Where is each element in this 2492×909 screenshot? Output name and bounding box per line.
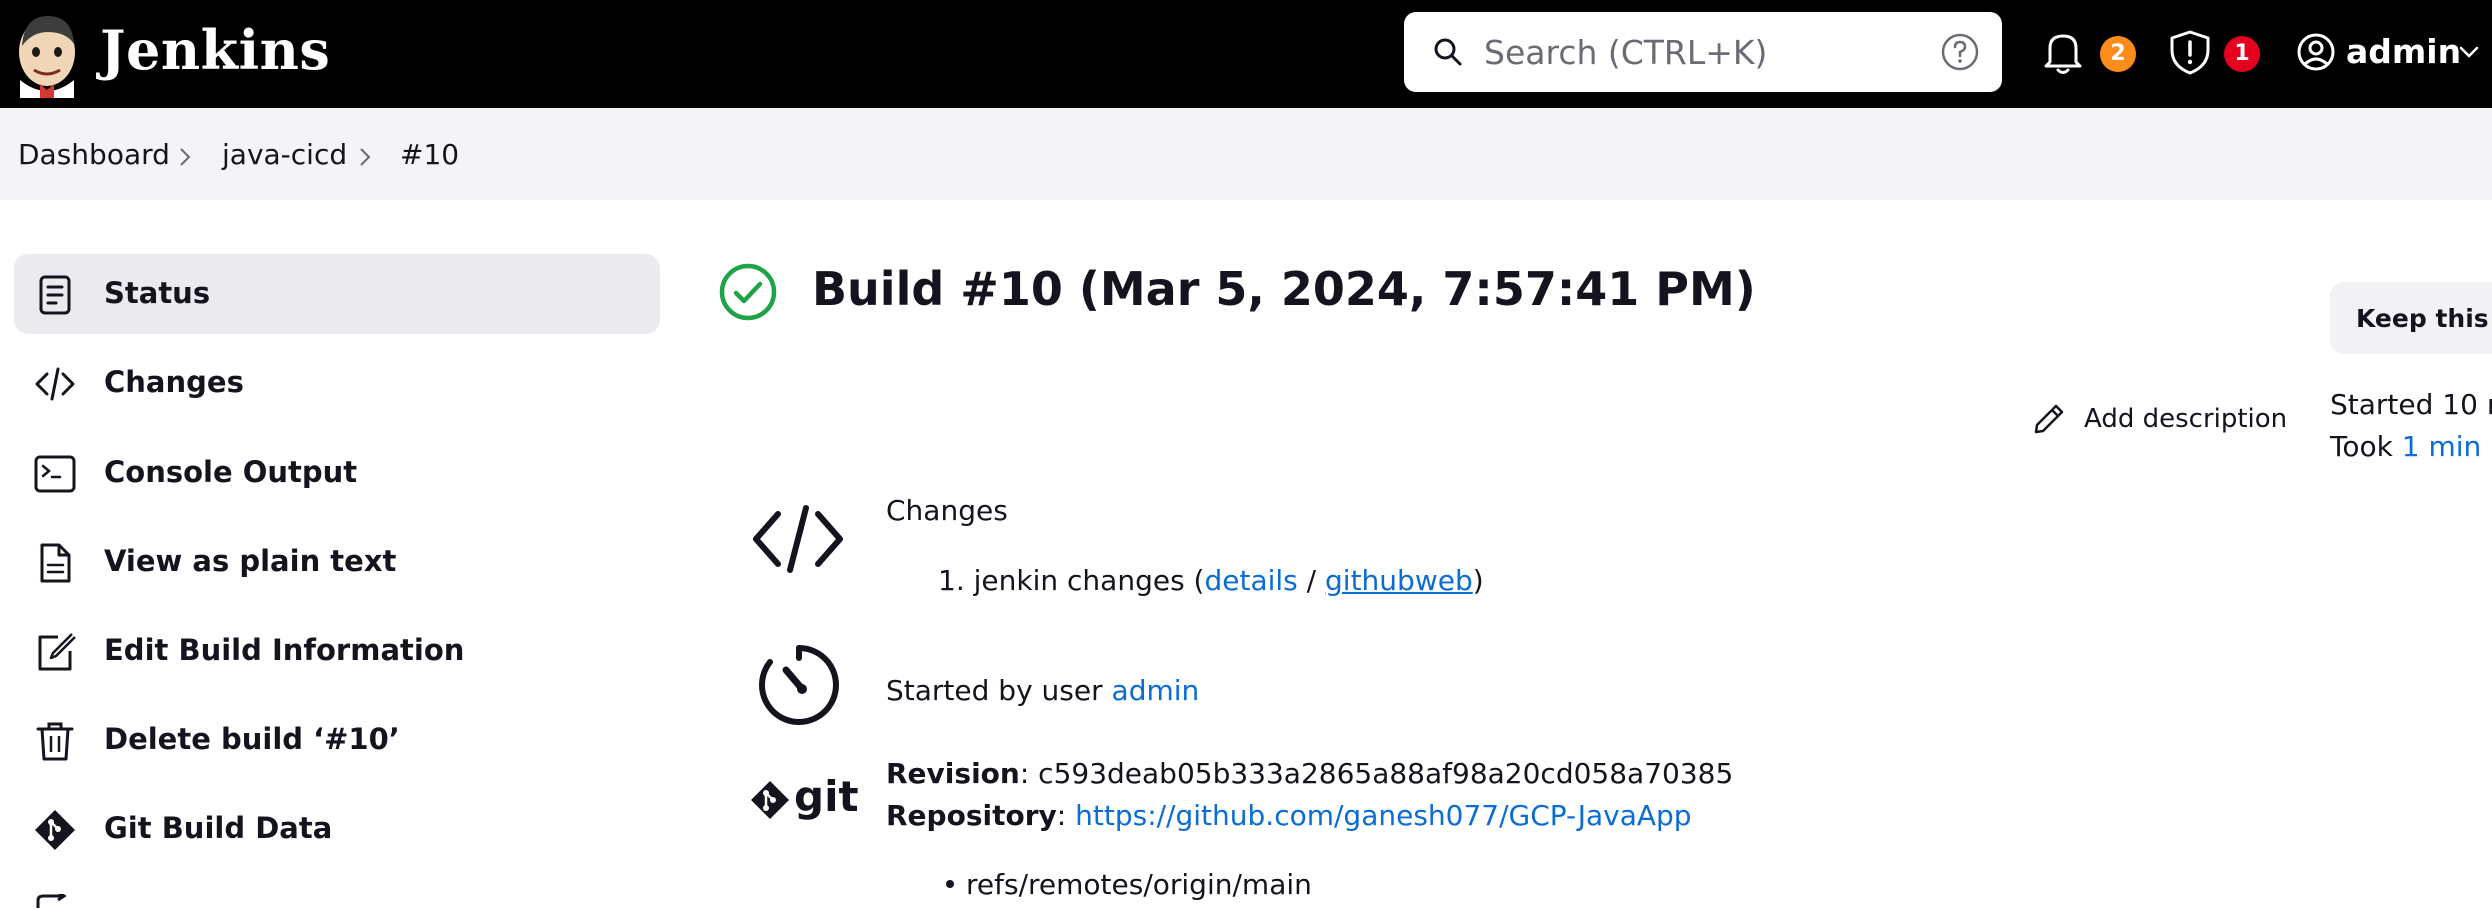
breadcrumb-java-cicd[interactable]: java-cicd (222, 138, 347, 171)
keep-build-label: Keep this b (2356, 304, 2492, 333)
breadcrumb-build-10[interactable]: #10 (400, 138, 459, 171)
edit-icon (38, 633, 76, 671)
pencil-icon (2034, 404, 2064, 434)
started-by-text: Started by user admin (886, 674, 1199, 707)
help-icon[interactable] (1940, 32, 1980, 72)
changes-separator: / (1297, 564, 1326, 597)
user-icon (2297, 33, 2335, 71)
shield-icon (2170, 30, 2210, 75)
breadcrumb: Dashboard java-cicd #10 (0, 108, 2492, 200)
started-by-prefix: Started by user (886, 674, 1112, 707)
sidebar-item-plain-text[interactable]: View as plain text (14, 522, 660, 602)
jenkins-logo-icon[interactable] (14, 10, 80, 98)
search-input[interactable] (1484, 26, 1904, 78)
revision-label: Revision (886, 757, 1020, 790)
user-menu[interactable]: admin (2292, 22, 2492, 82)
code-icon (753, 505, 843, 573)
sidebar-item-delete-build[interactable]: Delete build ‘#10’ (14, 700, 660, 780)
githubweb-link[interactable]: githubweb (1325, 564, 1473, 597)
sidebar-item-label: Changes (104, 365, 244, 399)
sidebar-item-git-build-data[interactable]: Git Build Data (14, 789, 660, 869)
breadcrumb-dashboard[interactable]: Dashboard (18, 138, 170, 171)
sidebar-item-label: Delete build ‘#10’ (104, 722, 400, 756)
details-link[interactable]: details (1204, 564, 1297, 597)
git-logo: git (750, 772, 859, 828)
add-description-button[interactable]: Add description (2032, 400, 2287, 444)
security-badge: 1 (2224, 36, 2260, 72)
search-icon (1434, 38, 1462, 66)
repository-separator: : (1056, 799, 1076, 832)
keep-build-button[interactable]: Keep this b (2330, 282, 2492, 354)
git-icon (35, 810, 75, 850)
terminal-icon (34, 455, 76, 493)
changes-close-paren: ) (1472, 564, 1484, 597)
sidebar-item-changes[interactable]: Changes (14, 343, 660, 423)
changes-list-item: 1. jenkin changes (details / githubweb) (938, 564, 1484, 597)
sidebar-item-status[interactable]: Status (14, 254, 660, 334)
git-diamond-icon (751, 781, 789, 819)
sidebar-item-label: Git Build Data (104, 811, 333, 845)
git-logo-text: git (794, 772, 859, 821)
username-label: admin (2346, 32, 2462, 71)
notifications-badge: 2 (2100, 36, 2136, 72)
ref-item: refs/remotes/origin/main (966, 868, 1312, 901)
chevron-right-icon (360, 148, 371, 166)
revision-value: : c593deab05b333a2865a88af98a20cd058a703… (1019, 757, 1734, 790)
brand-title[interactable]: Jenkins (100, 18, 330, 82)
sidebar-next-item-icon (36, 894, 67, 908)
code-icon (35, 367, 75, 401)
sidebar-item-label: View as plain text (104, 544, 397, 578)
changes-heading: Changes (886, 494, 1008, 527)
sidebar-item-label: Console Output (104, 455, 358, 489)
add-description-label: Add description (2084, 404, 2288, 434)
repository-line: Repository: https://github.com/ganesh077… (886, 799, 1692, 832)
sidebar-item-label: Edit Build Information (104, 633, 465, 667)
bell-icon (2044, 34, 2082, 74)
repository-label: Repository (886, 799, 1057, 832)
sidebar-item-label: Status (104, 276, 211, 310)
started-ago-text: Started 10 m (2330, 388, 2492, 421)
document-icon (40, 543, 71, 583)
sidebar-item-edit-build-info[interactable]: Edit Build Information (14, 611, 660, 691)
security-button[interactable]: 1 (2168, 22, 2278, 82)
sidebar-item-console-output[interactable]: Console Output (14, 433, 660, 513)
notifications-button[interactable]: 2 (2040, 22, 2140, 82)
success-check-icon (719, 263, 777, 321)
status-icon (39, 275, 71, 315)
repository-link[interactable]: https://github.com/ganesh077/GCP-JavaApp (1075, 799, 1691, 832)
timer-icon (758, 645, 839, 725)
started-by-user-link[interactable]: admin (1112, 674, 1200, 707)
took-prefix: Took (2330, 430, 2402, 463)
build-duration: Took 1 min 1 (2330, 430, 2492, 463)
chevron-right-icon (180, 148, 191, 166)
duration-link[interactable]: 1 min 1 (2402, 430, 2492, 463)
chevron-down-icon (2459, 46, 2479, 58)
top-header: Jenkins 2 1 admin (0, 0, 2492, 108)
revision-line: Revision: c593deab05b333a2865a88af98a20c… (886, 757, 1733, 790)
ref-bullet (946, 880, 954, 888)
changes-item-text: jenkin changes ( (973, 564, 1205, 597)
search-box[interactable] (1404, 12, 2002, 92)
trash-icon (36, 722, 74, 761)
changes-item-number: 1. (938, 564, 965, 597)
page-title: Build #10 (Mar 5, 2024, 7:57:41 PM) (812, 262, 1756, 316)
